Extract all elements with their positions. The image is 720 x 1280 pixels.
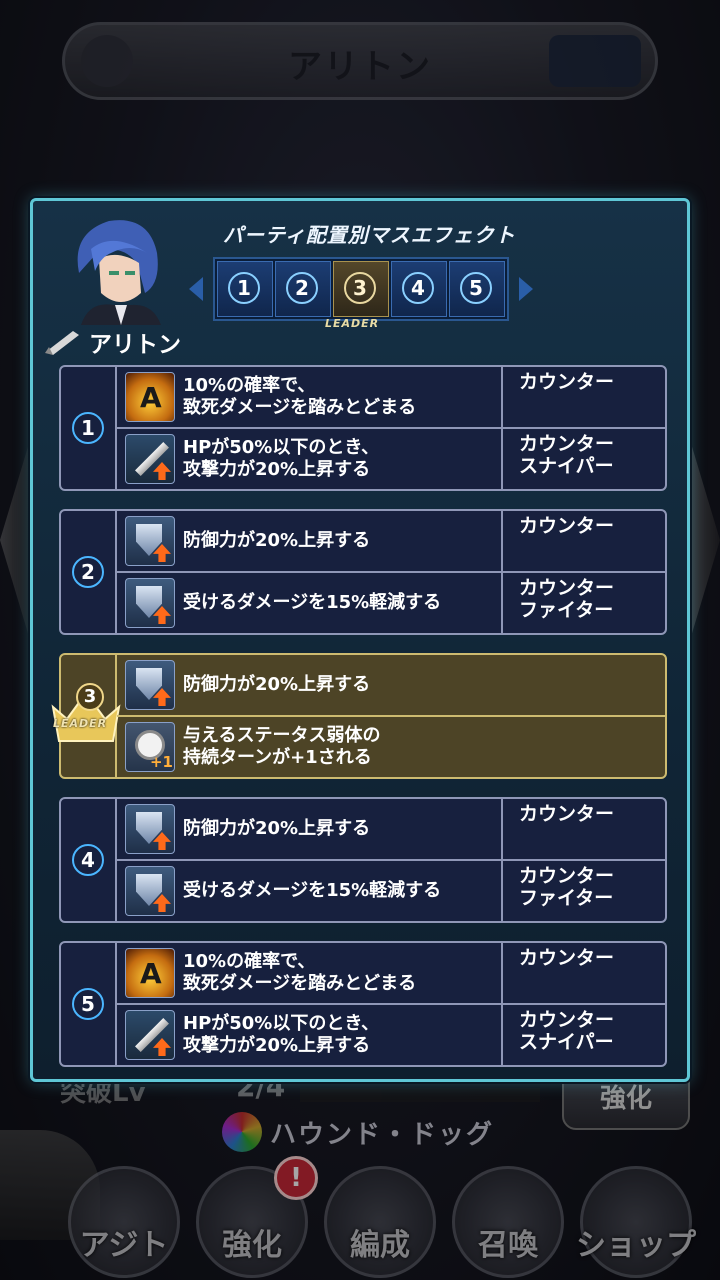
group-number-text: 4 [72, 844, 104, 876]
group-number: 1 [61, 367, 117, 489]
shield-up-icon [125, 660, 175, 710]
slot-1[interactable]: 1 [217, 261, 273, 317]
effect-description: 受けるダメージを15%軽減する [183, 592, 442, 613]
group-number-text: 3 [76, 683, 104, 711]
effect-condition: カウンター [501, 943, 667, 1003]
effect-row: 10%の確率で、 致死ダメージを踏みとどまる カウンター [117, 943, 665, 1003]
effect-row: 防御力が20%上昇する カウンター [117, 511, 665, 571]
effect-group-2: 2 防御力が20%上昇する カウンター受けるダメージを15%軽減する カウンター ファ… [59, 509, 667, 635]
group-number: 3 LEADER [51, 655, 121, 777]
clock-plus-icon [125, 722, 175, 772]
effect-row: 受けるダメージを15%軽減する カウンター ファイター [117, 571, 665, 633]
slot-number: 2 [286, 272, 318, 304]
effect-row: HPが50%以下のとき、 攻撃力が20%上昇する カウンター スナイパー [117, 1003, 665, 1065]
group-number: 5 [61, 943, 117, 1065]
slot-arrow-left-icon [189, 277, 203, 301]
effect-condition: カウンター [501, 799, 667, 859]
shield-up-icon [125, 804, 175, 854]
effect-condition: カウンター スナイパー [501, 429, 667, 489]
group-number: 2 [61, 511, 117, 633]
effect-row: 与えるステータス弱体の 持続ターンが+1される [117, 715, 665, 777]
effect-description: 与えるステータス弱体の 持続ターンが+1される [183, 725, 381, 768]
slot-number: 1 [228, 272, 260, 304]
group-number-text: 2 [72, 556, 104, 588]
effect-description: 防御力が20%上昇する [183, 674, 371, 695]
effect-row: HPが50%以下のとき、 攻撃力が20%上昇する カウンター スナイパー [117, 427, 665, 489]
sword-up-icon [125, 1010, 175, 1060]
shield-up-icon [125, 516, 175, 566]
effect-description: 受けるダメージを15%軽減する [183, 880, 442, 901]
slot-4[interactable]: 4 [391, 261, 447, 317]
effect-description: 防御力が20%上昇する [183, 818, 371, 839]
slot-number: 5 [460, 272, 492, 304]
effect-row: 受けるダメージを15%軽減する カウンター ファイター [117, 859, 665, 921]
endure-icon [125, 948, 175, 998]
weapon-type-icon [45, 331, 79, 355]
effect-description: 10%の確率で、 致死ダメージを踏みとどまる [183, 951, 417, 994]
slot-3-leader[interactable]: 3 [333, 261, 389, 317]
endure-icon [125, 372, 175, 422]
effect-description: 10%の確率で、 致死ダメージを踏みとどまる [183, 375, 417, 418]
shield-up-icon [125, 578, 175, 628]
effect-group-4: 4 防御力が20%上昇する カウンター受けるダメージを15%軽減する カウンター ファ… [59, 797, 667, 923]
effect-condition: カウンター ファイター [501, 861, 667, 921]
effect-row: 防御力が20%上昇する [117, 655, 665, 715]
leader-tag: LEADER [53, 717, 108, 730]
effect-description: 防御力が20%上昇する [183, 530, 371, 551]
character-name: アリトン [89, 332, 181, 358]
effect-condition: カウンター [501, 367, 667, 427]
shield-up-icon [125, 866, 175, 916]
modal-title-text: パーティ配置別マスエフェクト [223, 223, 516, 247]
party-slot-row: 1 2 3 4 5 [213, 257, 509, 321]
effect-row: 防御力が20%上昇する カウンター [117, 799, 665, 859]
slot-5[interactable]: 5 [449, 261, 505, 317]
effect-group-5: 510%の確率で、 致死ダメージを踏みとどまるカウンターHPが50%以下のとき、… [59, 941, 667, 1067]
effect-group-1: 110%の確率で、 致死ダメージを踏みとどまるカウンターHPが50%以下のとき、… [59, 365, 667, 491]
effect-condition: カウンター [501, 511, 667, 571]
leader-tag: LEADER [325, 317, 380, 330]
effect-group-leader: 3 LEADER 防御力が20%上昇する与えるステータス弱体の 持続ターンが+1され… [51, 653, 667, 779]
group-number-text: 5 [72, 988, 104, 1020]
effect-condition: カウンター ファイター [501, 573, 667, 633]
slot-2[interactable]: 2 [275, 261, 331, 317]
mass-effect-modal: アリトン パーティ配置別マスエフェクト 1 2 3 4 5 LEADER 1 10… [30, 198, 690, 1082]
slot-arrow-right-icon [519, 277, 533, 301]
group-number: 4 [61, 799, 117, 921]
character-label: アリトン [43, 325, 181, 359]
effect-description: HPが50%以下のとき、 攻撃力が20%上昇する [183, 437, 380, 480]
effect-description: HPが50%以下のとき、 攻撃力が20%上昇する [183, 1013, 380, 1056]
sword-up-icon [125, 434, 175, 484]
slot-number: 4 [402, 272, 434, 304]
group-number-text: 1 [72, 412, 104, 444]
slot-number: 3 [344, 272, 376, 304]
effect-row: 10%の確率で、 致死ダメージを踏みとどまる カウンター [117, 367, 665, 427]
modal-title: パーティ配置別マスエフェクト [33, 219, 687, 248]
effect-groups: 110%の確率で、 致死ダメージを踏みとどまるカウンターHPが50%以下のとき、… [51, 365, 669, 1085]
effect-condition: カウンター スナイパー [501, 1005, 667, 1065]
